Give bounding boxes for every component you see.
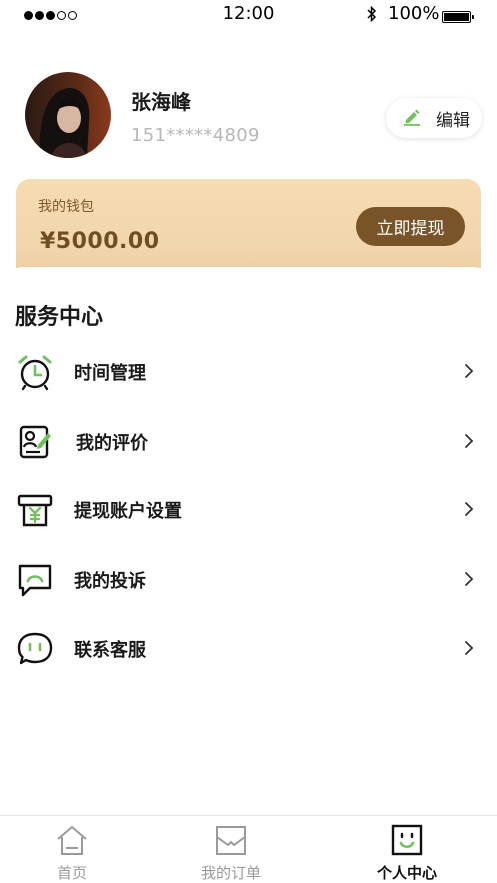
wallet-title: 我的钱包 xyxy=(38,199,94,215)
menu-item-time-management[interactable]: 时间管理 xyxy=(0,343,497,399)
status-bar: 12:00 100% xyxy=(0,0,497,30)
user-phone: 151*****4809 xyxy=(131,125,260,146)
home-icon xyxy=(55,823,89,857)
menu-label: 时间管理 xyxy=(74,363,146,384)
orders-icon xyxy=(214,823,248,857)
service-center-title: 服务中心 xyxy=(15,305,104,330)
tab-home[interactable]: 首页 xyxy=(0,816,152,883)
alarm-clock-icon xyxy=(16,353,54,391)
wallet-amount: ¥5000.00 xyxy=(40,229,160,254)
avatar[interactable] xyxy=(25,72,111,158)
tab-label: 个人中心 xyxy=(376,864,437,882)
profile-icon xyxy=(390,823,424,857)
chevron-right-icon xyxy=(462,499,476,519)
menu-item-my-complaints[interactable]: 我的投诉 xyxy=(0,551,497,607)
withdraw-now-button[interactable]: 立即提现 xyxy=(356,207,465,246)
battery-icon xyxy=(442,11,474,23)
menu-item-my-reviews[interactable]: 我的评价 xyxy=(0,413,497,469)
user-name: 张海峰 xyxy=(131,90,191,114)
bottom-tab-bar: 首页 我的订单 个人中心 xyxy=(0,815,497,883)
menu-item-withdraw-account-settings[interactable]: 提现账户设置 xyxy=(0,481,497,537)
edit-label: 编辑 xyxy=(436,110,470,131)
menu-label: 我的投诉 xyxy=(74,571,146,592)
chevron-right-icon xyxy=(462,361,476,381)
tab-label: 我的订单 xyxy=(200,864,261,882)
withdraw-account-icon xyxy=(16,491,54,529)
tab-label: 首页 xyxy=(56,864,87,882)
tab-profile[interactable]: 个人中心 xyxy=(327,816,487,883)
pencil-icon xyxy=(402,106,422,130)
tab-my-orders[interactable]: 我的订单 xyxy=(151,816,311,883)
edit-profile-button[interactable]: 编辑 xyxy=(386,98,482,138)
menu-label: 我的评价 xyxy=(76,433,148,454)
chevron-right-icon xyxy=(462,638,476,658)
menu-label: 联系客服 xyxy=(74,640,146,661)
battery-percentage: 100% xyxy=(388,3,440,24)
review-icon xyxy=(16,423,54,461)
menu-item-contact-support[interactable]: 联系客服 xyxy=(0,620,497,676)
bluetooth-icon xyxy=(367,5,377,26)
service-center-panel: 服务中心 时间管理 我的评价 提现账户设置 我的投诉 联系客服 xyxy=(0,267,497,827)
complaint-icon xyxy=(16,561,54,599)
menu-label: 提现账户设置 xyxy=(74,501,182,522)
chevron-right-icon xyxy=(462,431,476,451)
customer-service-icon xyxy=(16,630,54,668)
chevron-right-icon xyxy=(462,569,476,589)
